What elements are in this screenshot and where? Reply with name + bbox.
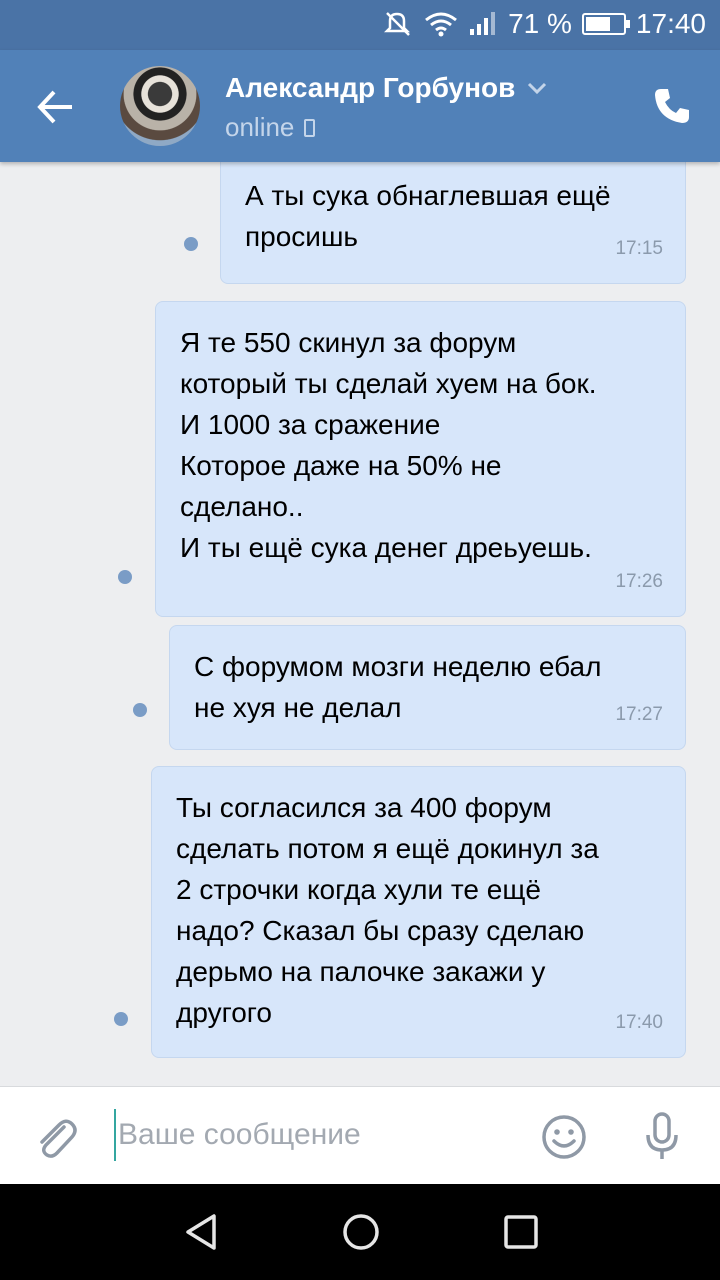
unread-dot bbox=[118, 570, 132, 584]
presence-status: online bbox=[225, 112, 295, 142]
message-time: 17:27 bbox=[615, 704, 663, 725]
arrow-left-icon[interactable] bbox=[32, 84, 78, 130]
message-text: С форумом мозги неделю ебал не хуя не де… bbox=[194, 651, 602, 723]
message-composer bbox=[0, 1086, 720, 1184]
message-time: 17:40 bbox=[615, 1012, 663, 1033]
message-text: Я те 550 скинул за форум который ты сдел… bbox=[180, 327, 597, 563]
message-time: 17:15 bbox=[615, 238, 663, 259]
clock: 17:40 bbox=[635, 8, 706, 39]
presence-row: online bbox=[225, 112, 316, 143]
square-recent-icon[interactable] bbox=[501, 1212, 541, 1252]
wifi-icon bbox=[425, 12, 458, 37]
battery-percent: 71 % bbox=[508, 8, 572, 39]
signal-icon bbox=[470, 12, 496, 35]
unread-dot bbox=[114, 1012, 128, 1026]
triangle-back-icon[interactable] bbox=[182, 1212, 222, 1252]
message-bubble[interactable]: Ты согласился за 400 форум сделать потом… bbox=[151, 766, 686, 1058]
chevron-down-icon bbox=[528, 82, 547, 95]
contact-name-row[interactable]: Александр Горбунов bbox=[225, 72, 547, 104]
battery-icon bbox=[581, 13, 630, 35]
mute-icon bbox=[384, 12, 411, 36]
system-navigation-bar bbox=[0, 1184, 720, 1280]
unread-dot bbox=[184, 237, 198, 251]
phone-icon[interactable] bbox=[652, 86, 692, 126]
contact-name: Александр Горбунов bbox=[225, 72, 516, 103]
circle-home-icon[interactable] bbox=[341, 1212, 381, 1252]
unread-dot bbox=[133, 703, 147, 717]
smiley-icon[interactable] bbox=[540, 1113, 588, 1161]
message-bubble[interactable]: А ты сука обнаглевшая ещё просишь 17:15 bbox=[220, 162, 686, 284]
avatar[interactable] bbox=[120, 66, 200, 146]
message-input[interactable] bbox=[114, 1109, 514, 1161]
mobile-device-icon bbox=[304, 118, 316, 137]
message-text: А ты сука обнаглевшая ещё просишь bbox=[245, 180, 611, 252]
message-text: Ты согласился за 400 форум сделать потом… bbox=[176, 792, 599, 1028]
paperclip-icon[interactable] bbox=[32, 1113, 80, 1161]
microphone-icon[interactable] bbox=[638, 1111, 686, 1163]
message-feed[interactable]: А ты сука обнаглевшая ещё просишь 17:15 … bbox=[0, 162, 720, 1086]
message-bubble[interactable]: Я те 550 скинул за форум который ты сдел… bbox=[155, 301, 686, 617]
message-time: 17:26 bbox=[615, 571, 663, 592]
message-bubble[interactable]: С форумом мозги неделю ебал не хуя не де… bbox=[169, 625, 686, 750]
chat-header: Александр Горбунов online bbox=[0, 50, 720, 162]
status-bar: 71 % 17:40 bbox=[0, 0, 720, 50]
